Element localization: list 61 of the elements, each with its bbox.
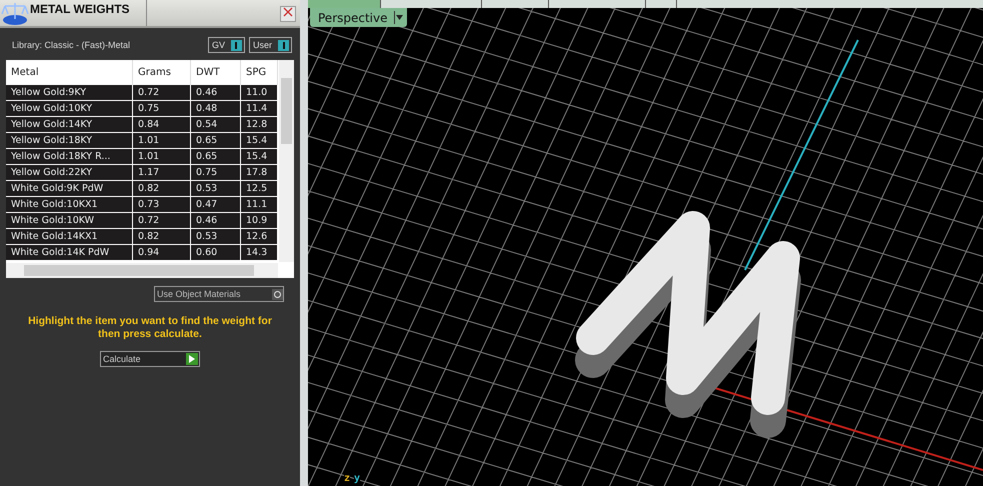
table-cell: 11.4 [241,101,278,117]
table-cell: 0.46 [191,213,241,229]
instruction-text: Highlight the item you want to find the weight for then press calculate. [27,314,273,341]
table-cell: 0.82 [133,181,191,197]
axis-label: y [354,473,360,484]
table-cell: 11.1 [241,197,278,213]
scale-icon [0,0,30,26]
table-cell: Yellow Gold:18KY R... [6,149,133,165]
table-cell: 0.65 [191,149,241,165]
table-cell: 1.01 [133,133,191,149]
table-cell: 0.48 [191,101,241,117]
table-cell: Yellow Gold:9KY [6,85,133,101]
panel-title: METAL WEIGHTS [30,0,147,26]
table-cell: Yellow Gold:18KY [6,133,133,149]
library-label: Library: Classic - (Fast)-Metal [12,40,132,50]
table-cell: 10.9 [241,213,278,229]
table-cell: Yellow Gold:22KY [6,165,133,181]
table-cell: 15.4 [241,149,278,165]
table-cell: 12.5 [241,181,278,197]
table-cell: White Gold:14K PdW [6,245,133,261]
table-cell: Yellow Gold:14KY [6,117,133,133]
table-cell: 0.60 [191,245,241,261]
table-cell: 0.84 [133,117,191,133]
table-cell: 12.6 [241,229,278,245]
caret-icon [394,11,404,24]
table-cell: 11.0 [241,85,278,101]
table-cell: 0.75 [191,165,241,181]
table-cell: White Gold:10KX1 [6,197,133,213]
use-object-materials-toggle[interactable]: Use Object Materials [154,286,284,302]
horizontal-scrollbar[interactable] [6,263,278,278]
axis-label: z [344,473,350,484]
table-cell: 0.82 [133,229,191,245]
table-cell: 0.53 [191,181,241,197]
play-icon [186,353,198,365]
table-cell: 0.72 [133,85,191,101]
view-dropdown[interactable]: Perspective [310,8,406,27]
close-icon [283,7,293,17]
table-cell: White Gold:10KW [6,213,133,229]
table-cell: 0.75 [133,101,191,117]
close-button[interactable] [280,6,296,22]
table-cell: 1.17 [133,165,191,181]
table-cell: 0.65 [191,133,241,149]
table-cell: 0.46 [191,85,241,101]
calculate-button[interactable]: Calculate [100,351,200,367]
toggle-switch[interactable]: User [248,37,292,53]
table-cell: 0.72 [133,213,191,229]
vertical-scrollbar[interactable] [279,60,294,262]
table-cell: 14.3 [241,245,278,261]
table-cell: 0.54 [191,117,241,133]
table-cell: 12.8 [241,117,278,133]
toggle-switch[interactable]: GV [208,37,245,53]
table-cell: 1.01 [133,149,191,165]
table-cell: 15.4 [241,133,278,149]
table-cell: 0.47 [191,197,241,213]
table-cell: White Gold:9K PdW [6,181,133,197]
table-cell: 0.73 [133,197,191,213]
table-cell: 0.53 [191,229,241,245]
table-cell: White Gold:14KX1 [6,229,133,245]
table-cell: 0.94 [133,245,191,261]
table-cell: 17.8 [241,165,278,181]
table-cell: Yellow Gold:10KY [6,101,133,117]
